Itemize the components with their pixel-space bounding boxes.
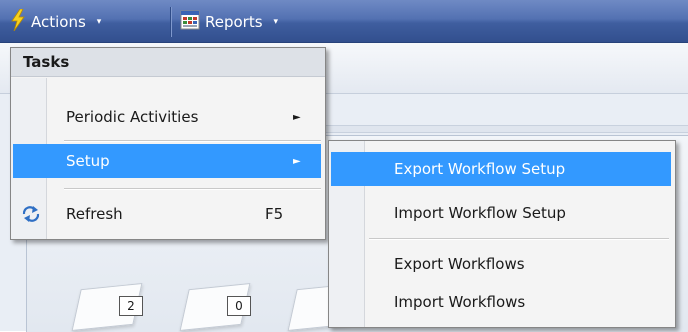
actions-menu-label: Actions [31, 13, 86, 31]
menu-divider [369, 238, 669, 239]
chevron-down-icon: ▾ [96, 17, 102, 27]
menu-item-label: Periodic Activities [66, 108, 199, 126]
lightning-icon [10, 8, 26, 35]
count-badge: 2 [119, 296, 143, 316]
refresh-icon [21, 205, 41, 227]
menu-item-export-workflows[interactable]: Export Workflows [331, 247, 671, 281]
actions-dropdown-menu: Tasks Periodic Activities ► Setup ► Refr… [10, 47, 326, 240]
menu-item-label: Export Workflows [394, 255, 525, 273]
menu-item-export-workflow-setup[interactable]: Export Workflow Setup [331, 152, 671, 186]
count-badge: 0 [227, 296, 251, 316]
menu-header-tasks: Tasks [11, 48, 325, 77]
menu-item-label: Export Workflow Setup [394, 160, 566, 178]
setup-submenu: Export Workflow Setup Import Workflow Se… [328, 140, 676, 328]
chevron-down-icon: ▾ [273, 17, 279, 27]
submenu-arrow-icon: ► [293, 155, 301, 167]
reports-menu-label: Reports [205, 13, 263, 31]
menu-item-label: Import Workflows [394, 293, 526, 311]
menu-item-setup[interactable]: Setup ► [13, 144, 321, 178]
reports-menu-button[interactable]: Reports ▾ [180, 9, 278, 35]
menu-item-periodic-activities[interactable]: Periodic Activities ► [13, 100, 321, 134]
menubar-separator [170, 7, 171, 37]
command-bar: Actions ▾ Reports ▾ [0, 0, 688, 43]
menu-divider [64, 140, 321, 141]
report-icon [180, 10, 200, 34]
actions-menu-button[interactable]: Actions ▾ [10, 8, 102, 35]
menu-item-import-workflow-setup[interactable]: Import Workflow Setup [331, 196, 671, 230]
submenu-arrow-icon: ► [293, 111, 301, 123]
menu-item-label: Refresh [66, 205, 123, 223]
menu-item-refresh[interactable]: Refresh F5 [13, 197, 321, 231]
keyboard-shortcut: F5 [265, 205, 284, 223]
menu-item-label: Import Workflow Setup [394, 204, 566, 222]
menu-divider [64, 188, 321, 189]
menu-item-label: Setup [66, 152, 110, 170]
menu-item-import-workflows[interactable]: Import Workflows [331, 285, 671, 319]
